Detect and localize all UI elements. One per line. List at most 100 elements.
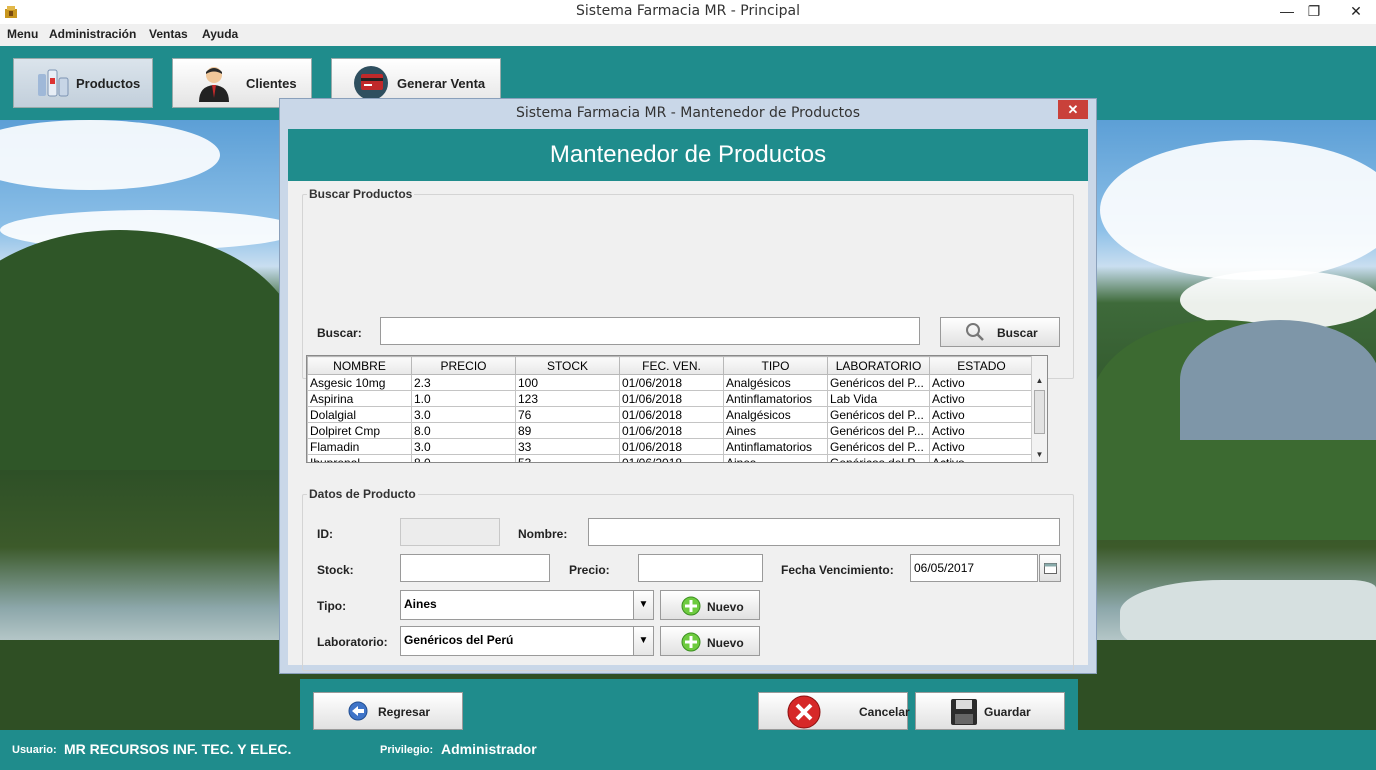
nuevo-tipo-label: Nuevo (707, 600, 744, 614)
table-row[interactable]: Aspirina 1.0 123 01/06/2018 Antinflamato… (307, 390, 1034, 407)
cell-estado: Activo (929, 406, 1034, 423)
dialog-body: Mantenedor de Productos Buscar Productos… (288, 129, 1088, 743)
cell-fec-ven: 01/06/2018 (619, 454, 724, 462)
cell-tipo: Aines (723, 454, 828, 462)
col-stock[interactable]: STOCK (515, 356, 620, 375)
regresar-label: Regresar (378, 705, 431, 719)
cell-precio: 8.0 (411, 454, 516, 462)
buscar-button[interactable]: Buscar (940, 317, 1060, 347)
cell-estado: Activo (929, 454, 1034, 462)
nombre-input[interactable] (588, 518, 1060, 546)
cell-tipo: Analgésicos (723, 374, 828, 391)
menu-item-ventas[interactable]: Ventas (149, 27, 188, 41)
stock-input[interactable] (400, 554, 550, 582)
chevron-down-icon[interactable]: ▼ (633, 591, 653, 619)
col-nombre[interactable]: NOMBRE (307, 356, 412, 375)
productos-label: Productos (76, 76, 141, 91)
chevron-down-icon[interactable]: ▼ (633, 627, 653, 655)
cell-precio: 3.0 (411, 438, 516, 455)
id-label: ID: (317, 527, 333, 541)
cell-laboratorio: Genéricos del P... (827, 454, 930, 462)
cell-fec-ven: 01/06/2018 (619, 406, 724, 423)
scroll-thumb[interactable] (1034, 390, 1045, 434)
dialog-close-button[interactable]: ✕ (1058, 100, 1088, 119)
table-row[interactable]: Asgesic 10mg 2.3 100 01/06/2018 Analgési… (307, 374, 1034, 391)
search-group: Buscar Productos (302, 187, 1074, 379)
calendar-icon (1044, 563, 1057, 574)
cell-tipo: Analgésicos (723, 406, 828, 423)
id-field (400, 518, 500, 546)
precio-input[interactable] (638, 554, 763, 582)
products-table[interactable]: NOMBRE PRECIO STOCK FEC. VEN. TIPO LABOR… (306, 355, 1048, 463)
product-data-legend: Datos de Producto (309, 487, 416, 501)
tipo-select[interactable]: Aines ▼ (400, 590, 654, 620)
scroll-down-icon[interactable]: ▼ (1032, 448, 1047, 462)
col-fec-ven[interactable]: FEC. VEN. (619, 356, 724, 375)
precio-label: Precio: (569, 563, 610, 577)
save-disk-icon (951, 699, 977, 725)
table-vertical-scrollbar[interactable]: ▲ ▼ (1031, 356, 1047, 462)
tipo-select-value: Aines (404, 597, 437, 611)
cell-fec-ven: 01/06/2018 (619, 422, 724, 439)
regresar-button[interactable]: Regresar (313, 692, 463, 730)
menu-item-administracion[interactable]: Administración (49, 27, 136, 41)
cell-nombre: Dolalgial (307, 406, 412, 423)
cancelar-button[interactable]: Cancelar (758, 692, 910, 730)
table-row[interactable]: Dolpiret Cmp 8.0 89 01/06/2018 Aines Gen… (307, 422, 1034, 439)
cell-laboratorio: Genéricos del P... (827, 438, 930, 455)
cell-estado: Activo (929, 374, 1034, 391)
cell-nombre: Dolpiret Cmp (307, 422, 412, 439)
cell-stock: 100 (515, 374, 620, 391)
cell-fec-ven: 01/06/2018 (619, 438, 724, 455)
cell-laboratorio: Genéricos del P... (827, 422, 930, 439)
nombre-label: Nombre: (518, 527, 568, 541)
cell-precio: 3.0 (411, 406, 516, 423)
table-row[interactable]: Flamadin 3.0 33 01/06/2018 Antinflamator… (307, 438, 1034, 455)
cell-nombre: Asgesic 10mg (307, 374, 412, 391)
status-bar: Usuario: MR RECURSOS INF. TEC. Y ELEC. P… (0, 730, 1376, 770)
table-row[interactable]: Ibuprenal 8.0 53 01/06/2018 Aines Genéri… (307, 454, 1034, 462)
nuevo-laboratorio-button[interactable]: Nuevo (660, 626, 760, 656)
cell-stock: 76 (515, 406, 620, 423)
plus-icon (681, 596, 701, 616)
client-user-icon (199, 67, 229, 102)
plus-icon (681, 632, 701, 652)
scroll-up-icon[interactable]: ▲ (1032, 374, 1047, 388)
usuario-label: Usuario: (12, 744, 57, 756)
col-laboratorio[interactable]: LABORATORIO (827, 356, 930, 375)
laboratorio-label: Laboratorio: (317, 635, 388, 649)
menu-item-menu[interactable]: Menu (7, 27, 38, 41)
nuevo-tipo-button[interactable]: Nuevo (660, 590, 760, 620)
cell-tipo: Aines (723, 422, 828, 439)
tipo-label: Tipo: (317, 599, 347, 613)
products-icon (38, 69, 69, 97)
fecha-vencimiento-input[interactable]: 06/05/2017 (910, 554, 1038, 582)
cell-stock: 33 (515, 438, 620, 455)
col-tipo[interactable]: TIPO (723, 356, 828, 375)
cell-fec-ven: 01/06/2018 (619, 390, 724, 407)
main-title-bar: Sistema Farmacia MR - Principal — ❐ ✕ (0, 0, 1376, 24)
buscar-label: Buscar: (317, 326, 362, 340)
guardar-button[interactable]: Guardar (915, 692, 1065, 730)
cell-precio: 1.0 (411, 390, 516, 407)
guardar-label: Guardar (984, 705, 1031, 719)
search-input[interactable] (380, 317, 920, 345)
cell-estado: Activo (929, 390, 1034, 407)
calendar-button[interactable] (1039, 554, 1061, 582)
laboratorio-select[interactable]: Genéricos del Perú ▼ (400, 626, 654, 656)
table-header-row: NOMBRE PRECIO STOCK FEC. VEN. TIPO LABOR… (307, 356, 1034, 375)
cell-laboratorio: Lab Vida (827, 390, 930, 407)
table-row[interactable]: Dolalgial 3.0 76 01/06/2018 Analgésicos … (307, 406, 1034, 423)
dialog-header: Mantenedor de Productos (288, 129, 1088, 181)
privilegio-label: Privilegio: (380, 744, 434, 756)
col-precio[interactable]: PRECIO (411, 356, 516, 375)
cell-tipo: Antinflamatorios (723, 438, 828, 455)
privilegio-value: Administrador (441, 741, 537, 757)
col-estado[interactable]: ESTADO (929, 356, 1034, 375)
close-window-button[interactable]: ✕ (1336, 0, 1376, 22)
menu-item-ayuda[interactable]: Ayuda (202, 27, 238, 41)
laboratorio-select-value: Genéricos del Perú (404, 633, 514, 647)
clientes-label: Clientes (246, 76, 297, 91)
productos-button[interactable]: Productos (13, 58, 153, 108)
maximize-button[interactable]: ❐ (1297, 0, 1331, 22)
